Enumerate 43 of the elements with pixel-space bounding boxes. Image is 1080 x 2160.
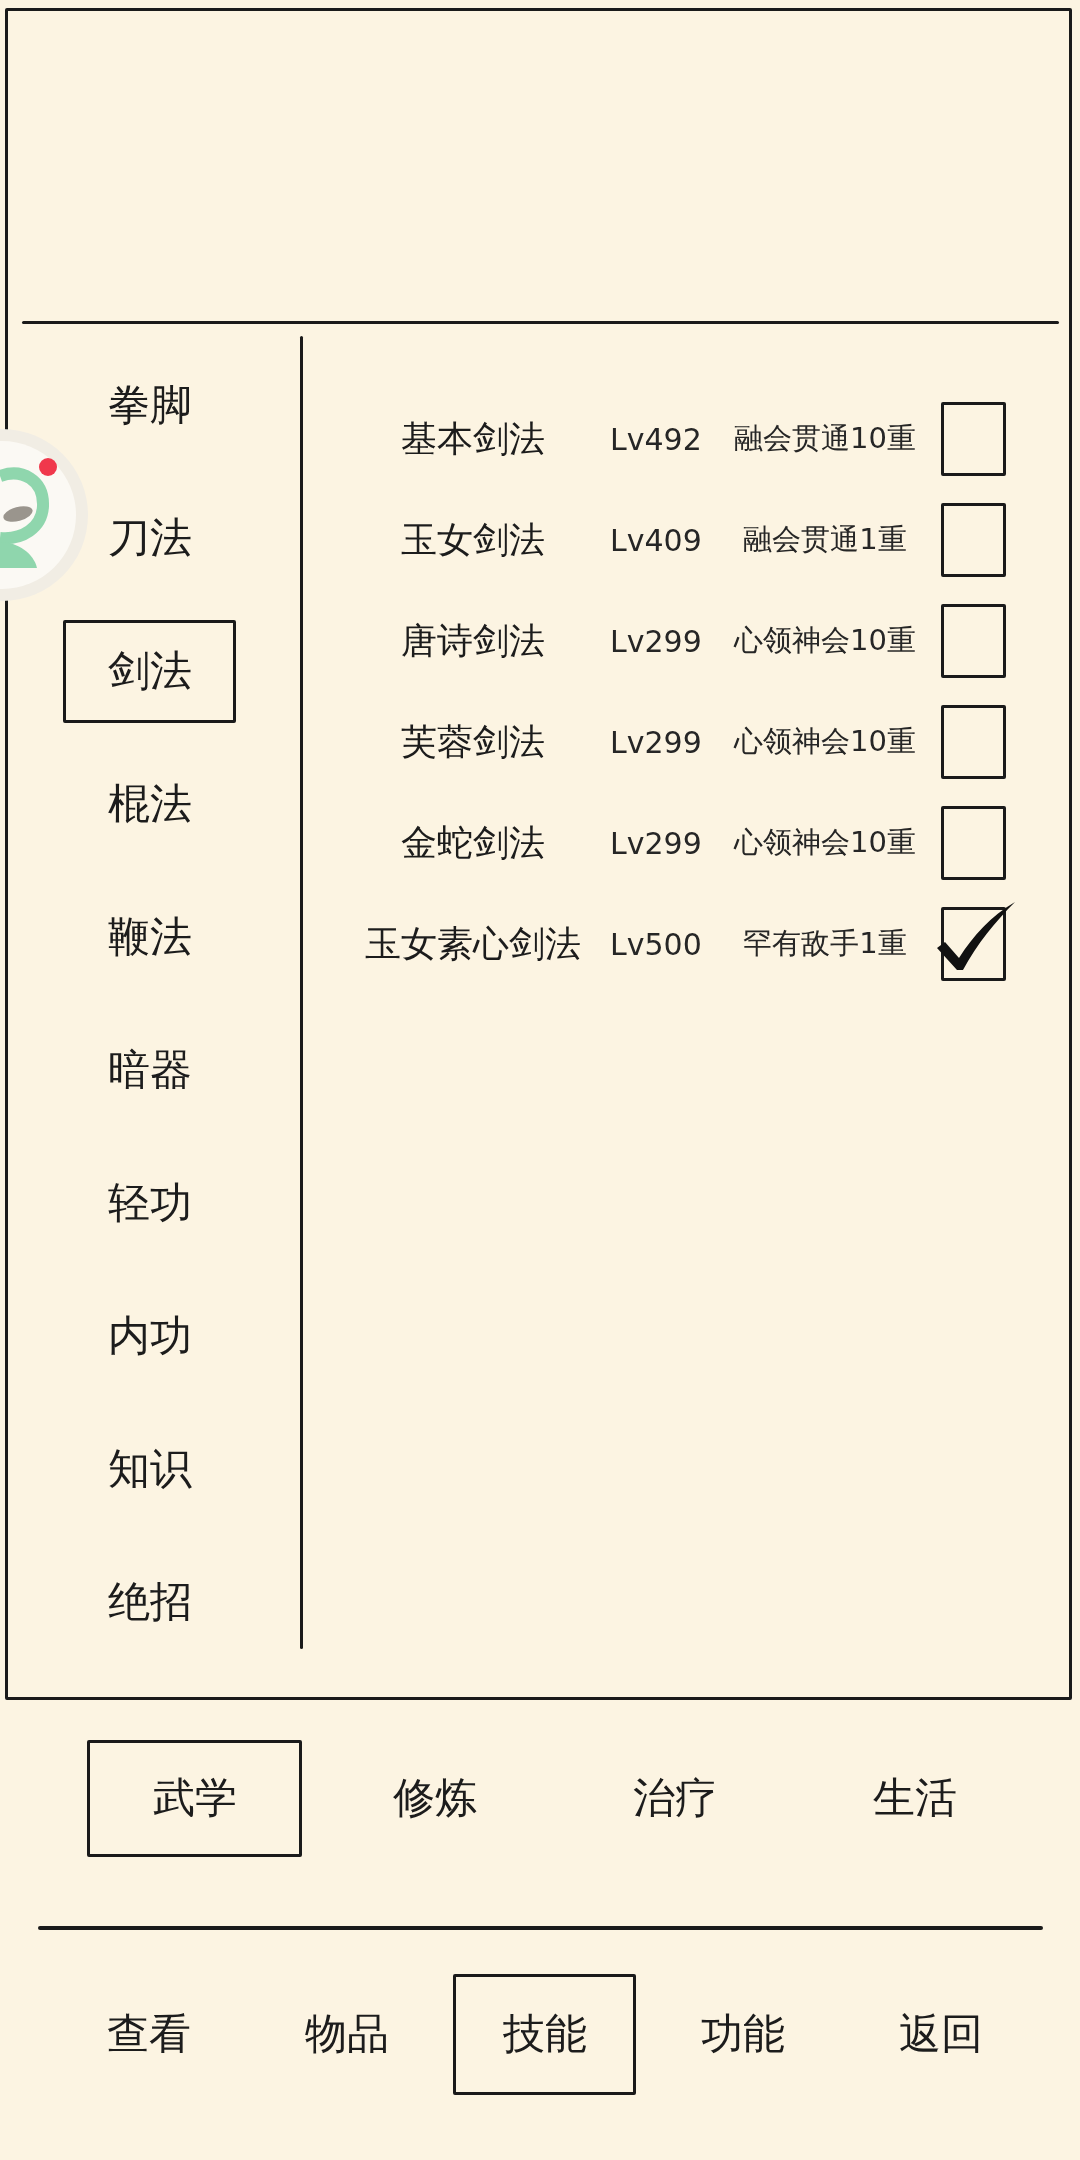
skill-checkbox[interactable]: [941, 705, 1006, 779]
skill-level: Lv299: [609, 623, 703, 659]
skill-name: 基本剑法: [399, 416, 546, 461]
skill-name: 唐诗剑法: [399, 618, 546, 663]
skill-checkbox[interactable]: [941, 503, 1006, 577]
skill-checkbox[interactable]: [941, 402, 1006, 476]
skill-rank: 心领神会10重: [732, 723, 917, 760]
category-tab[interactable]: 知识: [107, 1444, 192, 1495]
skill-name: 金蛇剑法: [399, 820, 546, 865]
category-tab[interactable]: 轻功: [107, 1178, 192, 1229]
skill-rank: 心领神会10重: [732, 824, 917, 861]
category-tab[interactable]: 剑法: [63, 620, 236, 723]
section-tab[interactable]: 生活: [872, 1773, 957, 1824]
skill-rank: 融会贯通10重: [733, 420, 917, 457]
nav-tab[interactable]: 查看: [106, 2009, 191, 2060]
section-tab[interactable]: 治疗: [632, 1773, 717, 1824]
skill-level: Lv299: [609, 724, 703, 760]
category-tab[interactable]: 内功: [107, 1311, 192, 1362]
skill-checkbox[interactable]: [941, 604, 1006, 678]
nav-tab[interactable]: 技能: [453, 1974, 636, 2095]
skill-name: 玉女剑法: [399, 517, 546, 562]
skill-level: Lv500: [609, 926, 703, 962]
skill-level: Lv409: [609, 522, 703, 558]
skill-checkbox[interactable]: [941, 806, 1006, 880]
category-tab[interactable]: 绝招: [107, 1577, 192, 1628]
skill-name: 玉女素心剑法: [363, 921, 582, 966]
nav-tab[interactable]: 返回: [898, 2009, 983, 2060]
category-tab[interactable]: 刀法: [107, 513, 192, 564]
floating-assistant-icon[interactable]: [0, 428, 90, 602]
skill-rank: 心领神会10重: [732, 622, 917, 659]
nav-tab[interactable]: 物品: [304, 2009, 389, 2060]
nav-tab[interactable]: 功能: [700, 2009, 785, 2060]
category-tab[interactable]: 棍法: [107, 779, 192, 830]
skill-rank: 罕有敌手1重: [742, 925, 908, 962]
category-tab[interactable]: 鞭法: [107, 912, 192, 963]
skill-level: Lv492: [609, 421, 703, 457]
skill-level: Lv299: [609, 825, 703, 861]
section-tab[interactable]: 武学: [87, 1740, 302, 1857]
category-tab[interactable]: 暗器: [107, 1045, 192, 1096]
skill-rank: 融会贯通1重: [742, 521, 908, 558]
section-tab[interactable]: 修炼: [392, 1773, 477, 1824]
category-tab[interactable]: 拳脚: [107, 380, 192, 431]
skill-name: 芙蓉剑法: [399, 719, 546, 764]
